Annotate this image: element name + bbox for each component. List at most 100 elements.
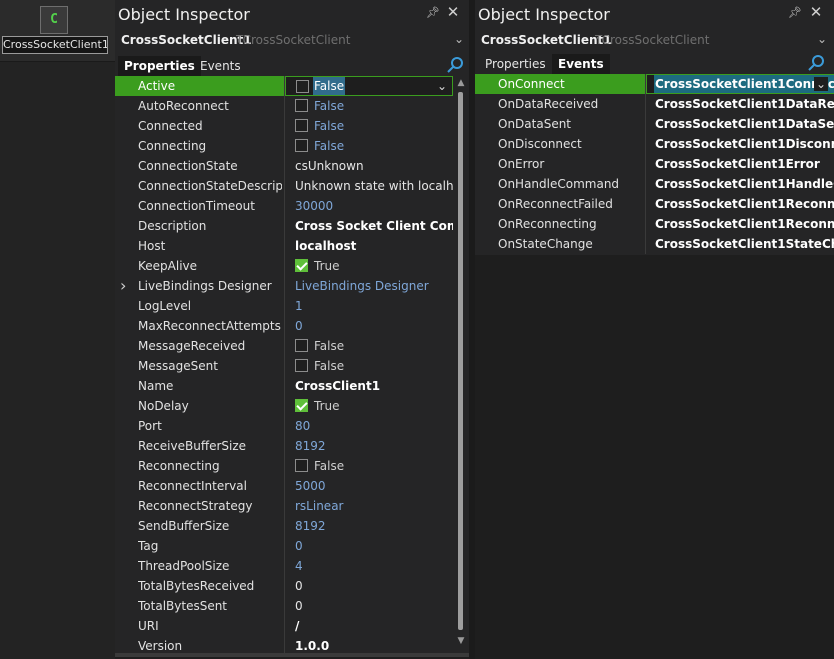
tab-properties[interactable]: Properties [479,54,552,74]
event-handler[interactable]: CrossSocketClient1Disconnect [655,134,834,154]
tab-events[interactable]: Events [552,54,610,74]
event-row[interactable]: OnReconnecting CrossSocketClient1Reconnec… [475,214,834,234]
event-handler[interactable]: CrossSocketClient1HandleComm [655,174,834,194]
property-row[interactable]: ThreadPoolSize 4 [115,556,453,576]
property-row[interactable]: Connected False [115,116,453,136]
property-row[interactable]: Name CrossClient1 [115,376,453,396]
checkbox[interactable] [295,139,308,152]
object-selector[interactable]: CrossSocketClient1 TCrossSocketClient ⌄ [115,30,469,52]
property-row[interactable]: SendBufferSize 8192 [115,516,453,536]
scroll-thumb[interactable] [458,92,463,630]
event-row[interactable]: OnConnect CrossSocketClient1Connect ⌄ [475,74,834,94]
checkbox[interactable] [295,399,308,412]
property-row[interactable]: Host localhost [115,236,453,256]
property-value[interactable]: 5000 [295,476,453,496]
property-value[interactable]: 0 [295,596,453,616]
property-value[interactable]: False [295,136,453,156]
tab-events[interactable]: Events [194,56,247,76]
property-row[interactable]: NoDelay True [115,396,453,416]
property-row[interactable]: › LiveBindings Designer LiveBindings Desig… [115,276,453,296]
property-value[interactable]: / [295,616,453,636]
event-row[interactable]: OnDataSent CrossSocketClient1DataSent [475,114,834,134]
property-value[interactable]: 0 [295,316,453,336]
property-value[interactable]: 0 [295,576,453,596]
event-handler[interactable]: CrossSocketClient1Reconnectin [655,214,834,234]
property-row[interactable]: ReceiveBufferSize 8192 [115,436,453,456]
checkbox[interactable] [295,119,308,132]
chevron-down-icon[interactable]: ⌄ [815,32,829,48]
property-row[interactable]: KeepAlive True [115,256,453,276]
property-value[interactable]: False [313,77,346,95]
component-label[interactable]: CrossSocketClient1 [2,36,108,54]
scroll-up-arrow-icon[interactable]: ▲ [455,78,467,88]
property-row[interactable]: Tag 0 [115,536,453,556]
chevron-down-icon[interactable]: ⌄ [452,32,466,48]
property-row[interactable]: AutoReconnect False [115,96,453,116]
checkbox[interactable] [295,339,308,352]
property-row[interactable]: ConnectionStateDescription Unknown state … [115,176,453,196]
checkbox[interactable] [296,80,309,93]
property-value[interactable]: False [295,96,453,116]
property-row[interactable]: ConnectionState csUnknown [115,156,453,176]
tab-properties[interactable]: Properties [118,56,201,76]
event-row[interactable]: OnHandleCommand CrossSocketClient1HandleC… [475,174,834,194]
property-value[interactable]: False [295,336,453,356]
property-row[interactable]: Active False ⌄ [115,76,453,96]
property-value[interactable]: Unknown state with localhost: [295,176,453,196]
event-row[interactable]: OnReconnectFailed CrossSocketClient1Recon… [475,194,834,214]
property-row[interactable]: LogLevel 1 [115,296,453,316]
property-value[interactable]: Cross Socket Client Compone [295,216,453,236]
close-icon[interactable]: ✕ [809,3,823,21]
event-handler[interactable]: CrossSocketClient1Connect [654,75,834,93]
property-value[interactable]: 8192 [295,516,453,536]
property-value[interactable]: 1 [295,296,453,316]
search-icon[interactable] [808,54,826,72]
property-value[interactable]: rsLinear [295,496,453,516]
event-handler[interactable]: CrossSocketClient1DataReceive [655,94,834,114]
socket-client-component-icon[interactable]: C [40,6,68,34]
property-value[interactable]: False [295,116,453,136]
event-handler[interactable]: CrossSocketClient1Error [655,154,834,174]
event-handler[interactable]: CrossSocketClient1StateChange [655,234,834,254]
property-row[interactable]: MessageReceived False [115,336,453,356]
close-icon[interactable]: ✕ [446,3,460,21]
checkbox[interactable] [295,359,308,372]
property-value[interactable]: csUnknown [295,156,453,176]
property-row[interactable]: Description Cross Socket Client Compone [115,216,453,236]
event-row[interactable]: OnDisconnect CrossSocketClient1Disconnect [475,134,834,154]
property-value[interactable]: 4 [295,556,453,576]
property-value[interactable]: True [295,396,453,416]
event-row[interactable]: OnError CrossSocketClient1Error [475,154,834,174]
property-row[interactable]: ReconnectInterval 5000 [115,476,453,496]
event-handler-editor[interactable]: CrossSocketClient1Connect ⌄ [646,74,834,94]
property-value[interactable]: LiveBindings Designer [295,276,453,296]
property-value[interactable]: False [295,356,453,376]
property-value[interactable]: 30000 [295,196,453,216]
property-row[interactable]: MessageSent False [115,356,453,376]
chevron-right-icon[interactable]: › [120,276,130,296]
event-handler[interactable]: CrossSocketClient1ReconnectFa [655,194,834,214]
property-value[interactable]: 80 [295,416,453,436]
property-value[interactable]: True [295,256,453,276]
checkbox[interactable] [295,99,308,112]
property-value[interactable]: False [295,456,453,476]
event-row[interactable]: OnStateChange CrossSocketClient1StateChan… [475,234,834,254]
pin-icon[interactable]: 📌︎ [788,6,802,20]
property-value[interactable]: CrossClient1 [295,376,453,396]
pin-icon[interactable]: 📌︎ [426,6,440,20]
event-handler[interactable]: CrossSocketClient1DataSent [655,114,834,134]
property-value[interactable]: 8192 [295,436,453,456]
property-value[interactable]: 0 [295,536,453,556]
property-row[interactable]: Connecting False [115,136,453,156]
property-row[interactable]: TotalBytesSent 0 [115,596,453,616]
event-row[interactable]: OnDataReceived CrossSocketClient1DataRece… [475,94,834,114]
property-row[interactable]: ReconnectStrategy rsLinear [115,496,453,516]
vertical-scrollbar[interactable]: ▲ ▼ [455,76,467,650]
chevron-down-icon[interactable]: ⌄ [435,79,449,93]
object-selector[interactable]: CrossSocketClient1 TCrossSocketClient ⌄ [475,30,834,52]
property-row[interactable]: Reconnecting False [115,456,453,476]
scroll-down-arrow-icon[interactable]: ▼ [455,636,467,646]
property-row[interactable]: TotalBytesReceived 0 [115,576,453,596]
checkbox[interactable] [295,259,308,272]
property-value-editor[interactable]: False ⌄ [285,76,453,96]
